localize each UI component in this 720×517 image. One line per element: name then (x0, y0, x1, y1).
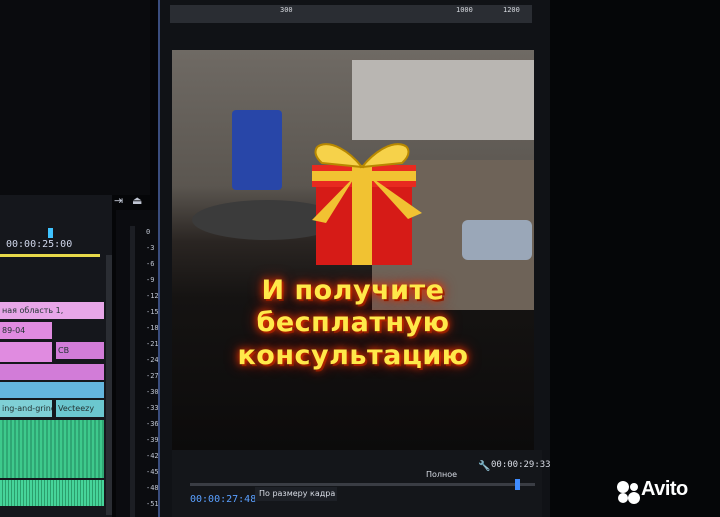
meter-tick: -48 (146, 484, 159, 492)
zoom-fit-dropdown[interactable]: По размеру кадра (255, 487, 337, 501)
meter-tick: -27 (146, 372, 159, 380)
top-panel-area (0, 0, 150, 195)
avito-logo-icon (617, 481, 640, 504)
promo-line-2: бесплатную (256, 307, 450, 338)
gift-icon (312, 143, 422, 265)
work-area-bar[interactable] (0, 254, 100, 257)
timeline-clip-block[interactable] (0, 364, 104, 380)
meter-tick: 0 (146, 228, 151, 236)
meter-bar (130, 226, 135, 517)
timeline-clip[interactable]: ная область 1, (0, 302, 104, 319)
avito-watermark: Avito (641, 478, 688, 500)
timeline-timecode[interactable]: 00:00:25:00 (6, 239, 72, 250)
audio-track[interactable] (0, 480, 104, 506)
video-frame: И получите бесплатную консультацию (172, 50, 534, 450)
timeline-clip[interactable]: ing-and-grinding (0, 400, 52, 417)
meter-tick: -51 (146, 500, 159, 508)
grinding-machine (232, 110, 282, 190)
meter-tick: -15 (146, 308, 159, 316)
wrench-icon[interactable]: 🔧 (478, 461, 490, 472)
meter-tick: -33 (146, 404, 159, 412)
meter-tick: -30 (146, 388, 159, 396)
ruler-label: 1200 (503, 6, 520, 14)
promo-line-3: консультацию (237, 340, 469, 371)
meter-tick: -45 (146, 468, 159, 476)
playhead[interactable] (48, 228, 53, 238)
duration-timecode: 00:00:29:33 (491, 460, 551, 470)
insert-icon[interactable]: ⇥ (114, 194, 123, 207)
export-icon[interactable]: ⏏ (132, 194, 142, 207)
meter-tick: -18 (146, 324, 159, 332)
timeline-clip[interactable]: CB (56, 342, 104, 359)
meter-tick: -3 (146, 244, 155, 252)
timeline-clip[interactable]: 89-04 (0, 322, 52, 339)
scrubber[interactable] (190, 483, 535, 486)
meter-tick: -9 (146, 276, 155, 284)
playback-resolution-dropdown[interactable]: Полное (426, 469, 471, 481)
meter-tick: -21 (146, 340, 159, 348)
scrubber-playhead[interactable] (515, 479, 520, 490)
machine-on-right (462, 220, 532, 260)
meter-tick: -39 (146, 436, 159, 444)
timeline-clip[interactable]: Vecteezy (56, 400, 104, 417)
audio-track[interactable] (0, 420, 104, 478)
ruler-label: 1000 (456, 6, 473, 14)
promo-line-1: И получите (261, 275, 445, 306)
current-timecode[interactable]: 00:00:27:48 (190, 494, 256, 505)
scrollbar[interactable] (106, 255, 112, 515)
meter-tick: -12 (146, 292, 159, 300)
timeline-clip-block[interactable] (0, 342, 52, 362)
meter-tick: -24 (146, 356, 159, 364)
timeline-clip-block[interactable] (0, 382, 104, 398)
meter-tick: -36 (146, 420, 159, 428)
ruler-label: 300 (280, 6, 293, 14)
ruler (170, 5, 532, 23)
meter-tick: -42 (146, 452, 159, 460)
meter-tick: -6 (146, 260, 155, 268)
